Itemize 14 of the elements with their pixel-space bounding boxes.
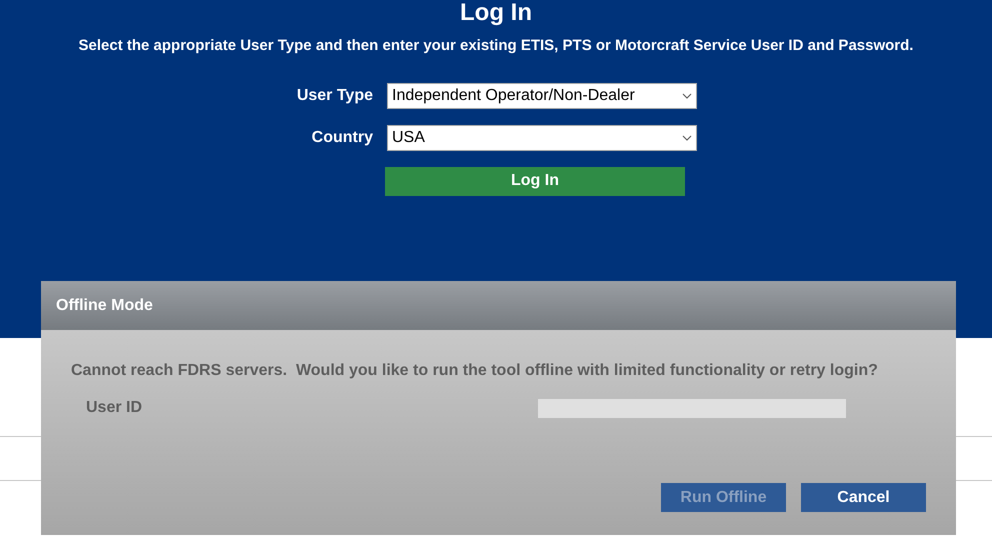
- field-label: Country: [310, 128, 373, 148]
- dialog-title: Offline Mode: [56, 296, 153, 316]
- page-title: Log In: [460, 0, 532, 26]
- dialog-message: Cannot reach FDRS servers. Would you like to run the tool offline with limited functionality or retry login?: [71, 361, 879, 381]
- chevron-down-icon: [682, 134, 692, 140]
- login-button[interactable]: Log In: [385, 166, 685, 196]
- field-label: User Type: [296, 86, 373, 106]
- dialog-button[interactable]: Cancel: [801, 483, 926, 512]
- dropdown[interactable]: USA: [387, 124, 697, 150]
- chevron-down-icon: [682, 92, 692, 98]
- instructions-text: Select the appropriate User Type and then enter your existing ETIS, PTS or Motorcraft Service User ID and Password.: [78, 36, 914, 56]
- dropdown[interactable]: Independent Operator/Non-Dealer: [387, 82, 697, 108]
- field-label: User ID: [86, 398, 144, 418]
- user-id-field[interactable]: [538, 398, 846, 418]
